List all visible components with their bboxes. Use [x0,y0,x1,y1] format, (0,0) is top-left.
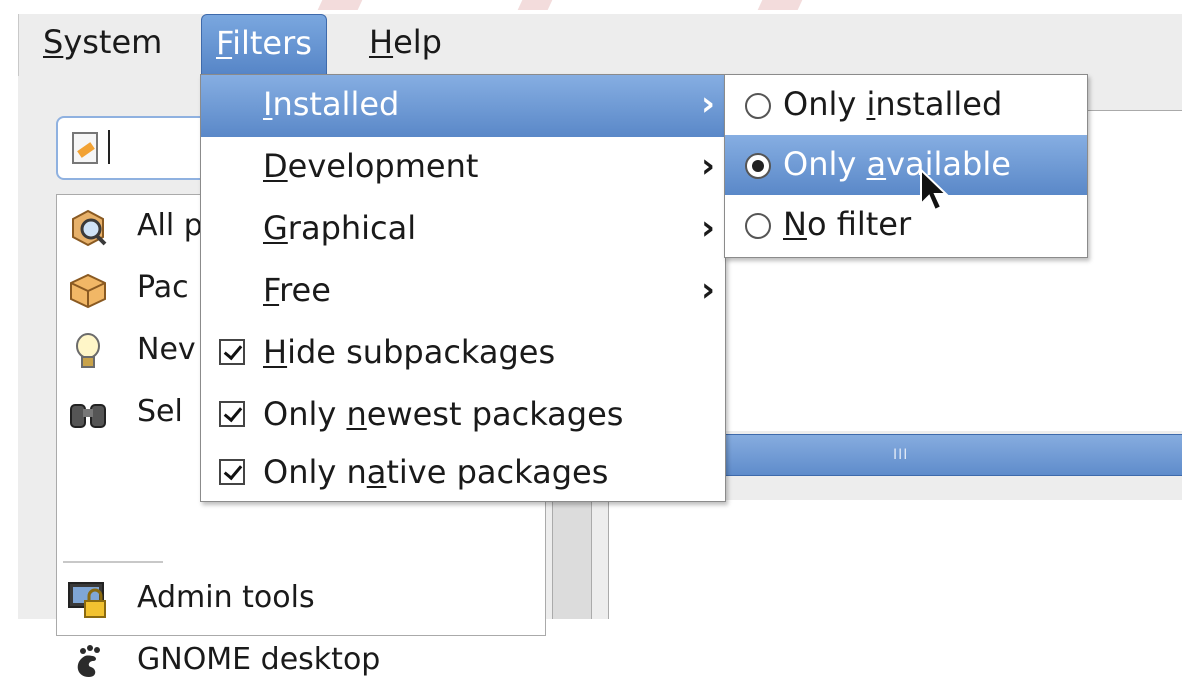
filters-item-hide-subpackages[interactable]: Hide subpackages [201,323,725,385]
lightbulb-icon [76,333,100,368]
sidebar-separator [63,561,163,563]
menu-item-label: Graphical [263,209,417,247]
filters-item-free[interactable]: Free › [201,261,725,323]
checkbox-checked-icon[interactable] [219,459,245,485]
radio-selected-icon[interactable] [745,153,771,179]
binoculars-icon [70,404,106,428]
menu-help[interactable]: Help [355,14,456,76]
sidebar-item-gnome-desktop[interactable]: GNOME desktop [57,629,537,691]
filters-item-development[interactable]: Development › [201,137,725,199]
chevron-right-icon: › [700,270,715,310]
sidebar-item-admin-tools[interactable]: Admin tools [57,567,537,629]
mouse-pointer-icon [920,168,949,212]
package-details [608,500,1182,619]
menu-item-label: Free [263,271,331,309]
menu-item-label: Only newest packages [263,395,624,433]
sidebar-item-label: Nev [137,332,196,367]
filters-item-only-native-packages[interactable]: Only native packages [201,443,725,505]
submenu-item-no-filter[interactable]: No filter [725,195,1087,255]
menu-item-label: Development [263,147,479,185]
submenu-item-only-installed[interactable]: Only installed [725,75,1087,135]
menu-item-label: Only native packages [263,453,609,491]
menu-item-label: Installed [263,85,400,123]
menu-system[interactable]: System [29,14,176,76]
radio-unselected-icon[interactable] [745,93,771,119]
sidebar-item-label: Pac [137,270,189,305]
package-box-icon [70,273,106,309]
menu-item-label: No filter [783,205,912,243]
filters-item-only-newest-packages[interactable]: Only newest packages [201,385,725,447]
edit-document-icon [72,132,98,164]
filters-item-installed[interactable]: Installed › [201,75,725,137]
chevron-right-icon: › [700,208,715,248]
submenu-item-only-available[interactable]: Only available [725,135,1087,195]
menu-filters[interactable]: Filters [201,14,327,77]
sidebar-item-label: Sel [137,394,183,429]
menu-bar: System Filters Help [18,14,1182,77]
scrollbar-grip: III [893,447,909,463]
menu-item-label: Hide subpackages [263,333,556,371]
filters-item-graphical[interactable]: Graphical › [201,199,725,261]
menu-item-label: Only available [783,145,1011,183]
radio-unselected-icon[interactable] [745,213,771,239]
menu-item-label: Only installed [783,85,1003,123]
checkbox-checked-icon[interactable] [219,401,245,427]
sidebar-item-label: GNOME desktop [137,642,381,677]
installed-submenu: Only installed Only available No filter [724,74,1088,258]
text-caret [108,130,110,164]
admin-lock-icon [68,582,106,618]
package-search-icon [72,209,107,247]
filters-dropdown: Installed › Development › Graphical › Fr… [200,74,726,502]
checkbox-checked-icon[interactable] [219,339,245,365]
sidebar-item-label: Admin tools [137,580,315,615]
sidebar-item-label: All p [137,208,203,243]
chevron-right-icon: › [700,84,715,124]
chevron-right-icon: › [700,146,715,186]
gnome-foot-icon [77,645,100,677]
window-top-decoration [0,0,1182,14]
